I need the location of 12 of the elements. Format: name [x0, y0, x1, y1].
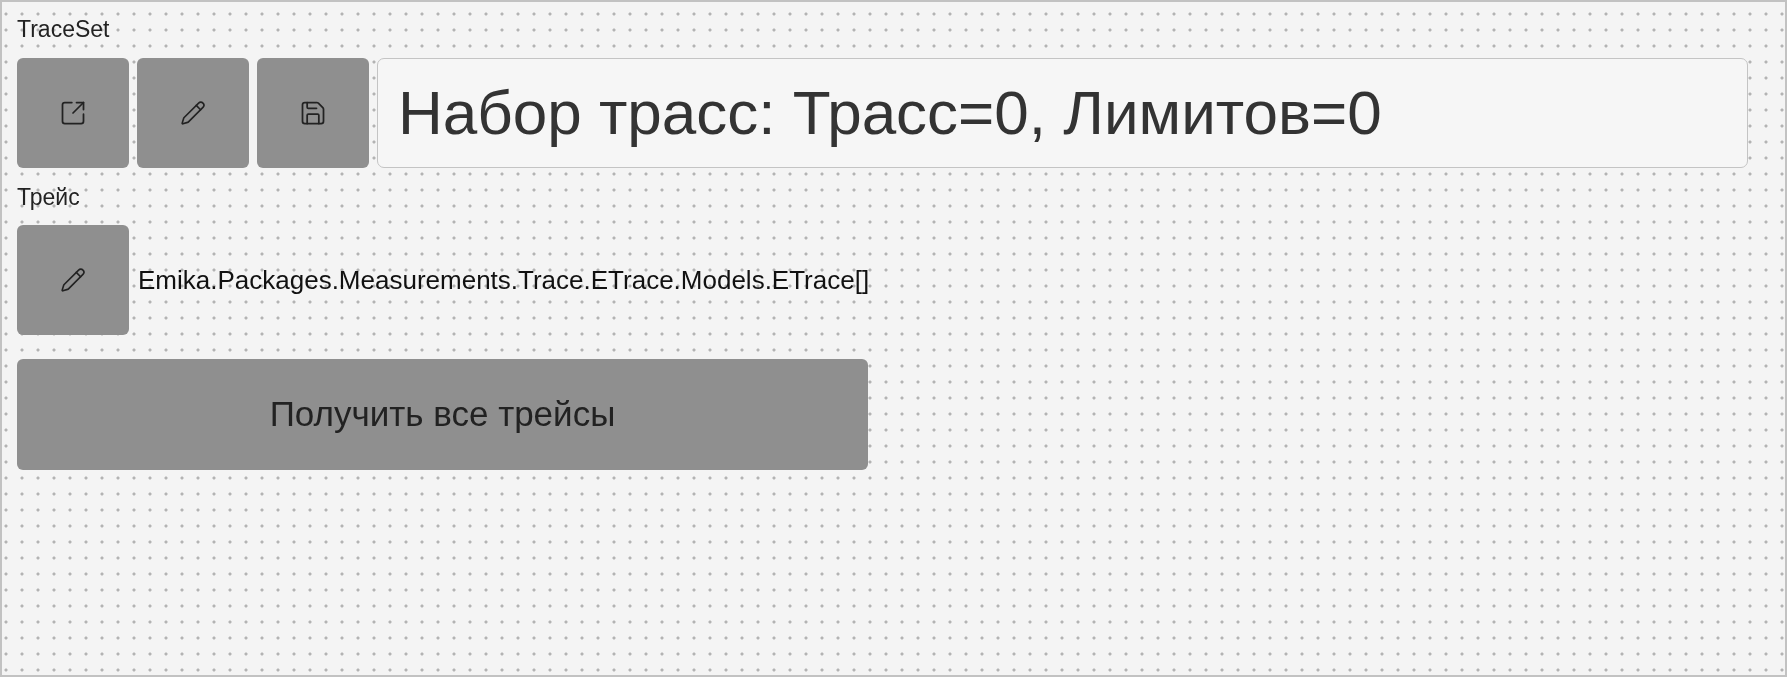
- edit-button[interactable]: [137, 58, 249, 168]
- section-label: Трейс: [17, 183, 80, 211]
- edit-button[interactable]: [17, 225, 129, 335]
- section-label: TraceSet: [17, 15, 110, 43]
- open-button[interactable]: [17, 58, 129, 168]
- pencil-icon: [60, 267, 86, 293]
- title-field[interactable]: Набор трасс: Трасс=0, Лимитов=0: [377, 58, 1748, 168]
- save-button[interactable]: [257, 58, 369, 168]
- arrow-out-of-box-icon: [59, 99, 87, 127]
- get-all-traces-button[interactable]: Получить все трейсы: [17, 359, 868, 470]
- type-name-text: Emika.Packages.Measurements.Trace.ETrace.Models.ETrace[]: [138, 264, 870, 296]
- pencil-icon: [180, 100, 206, 126]
